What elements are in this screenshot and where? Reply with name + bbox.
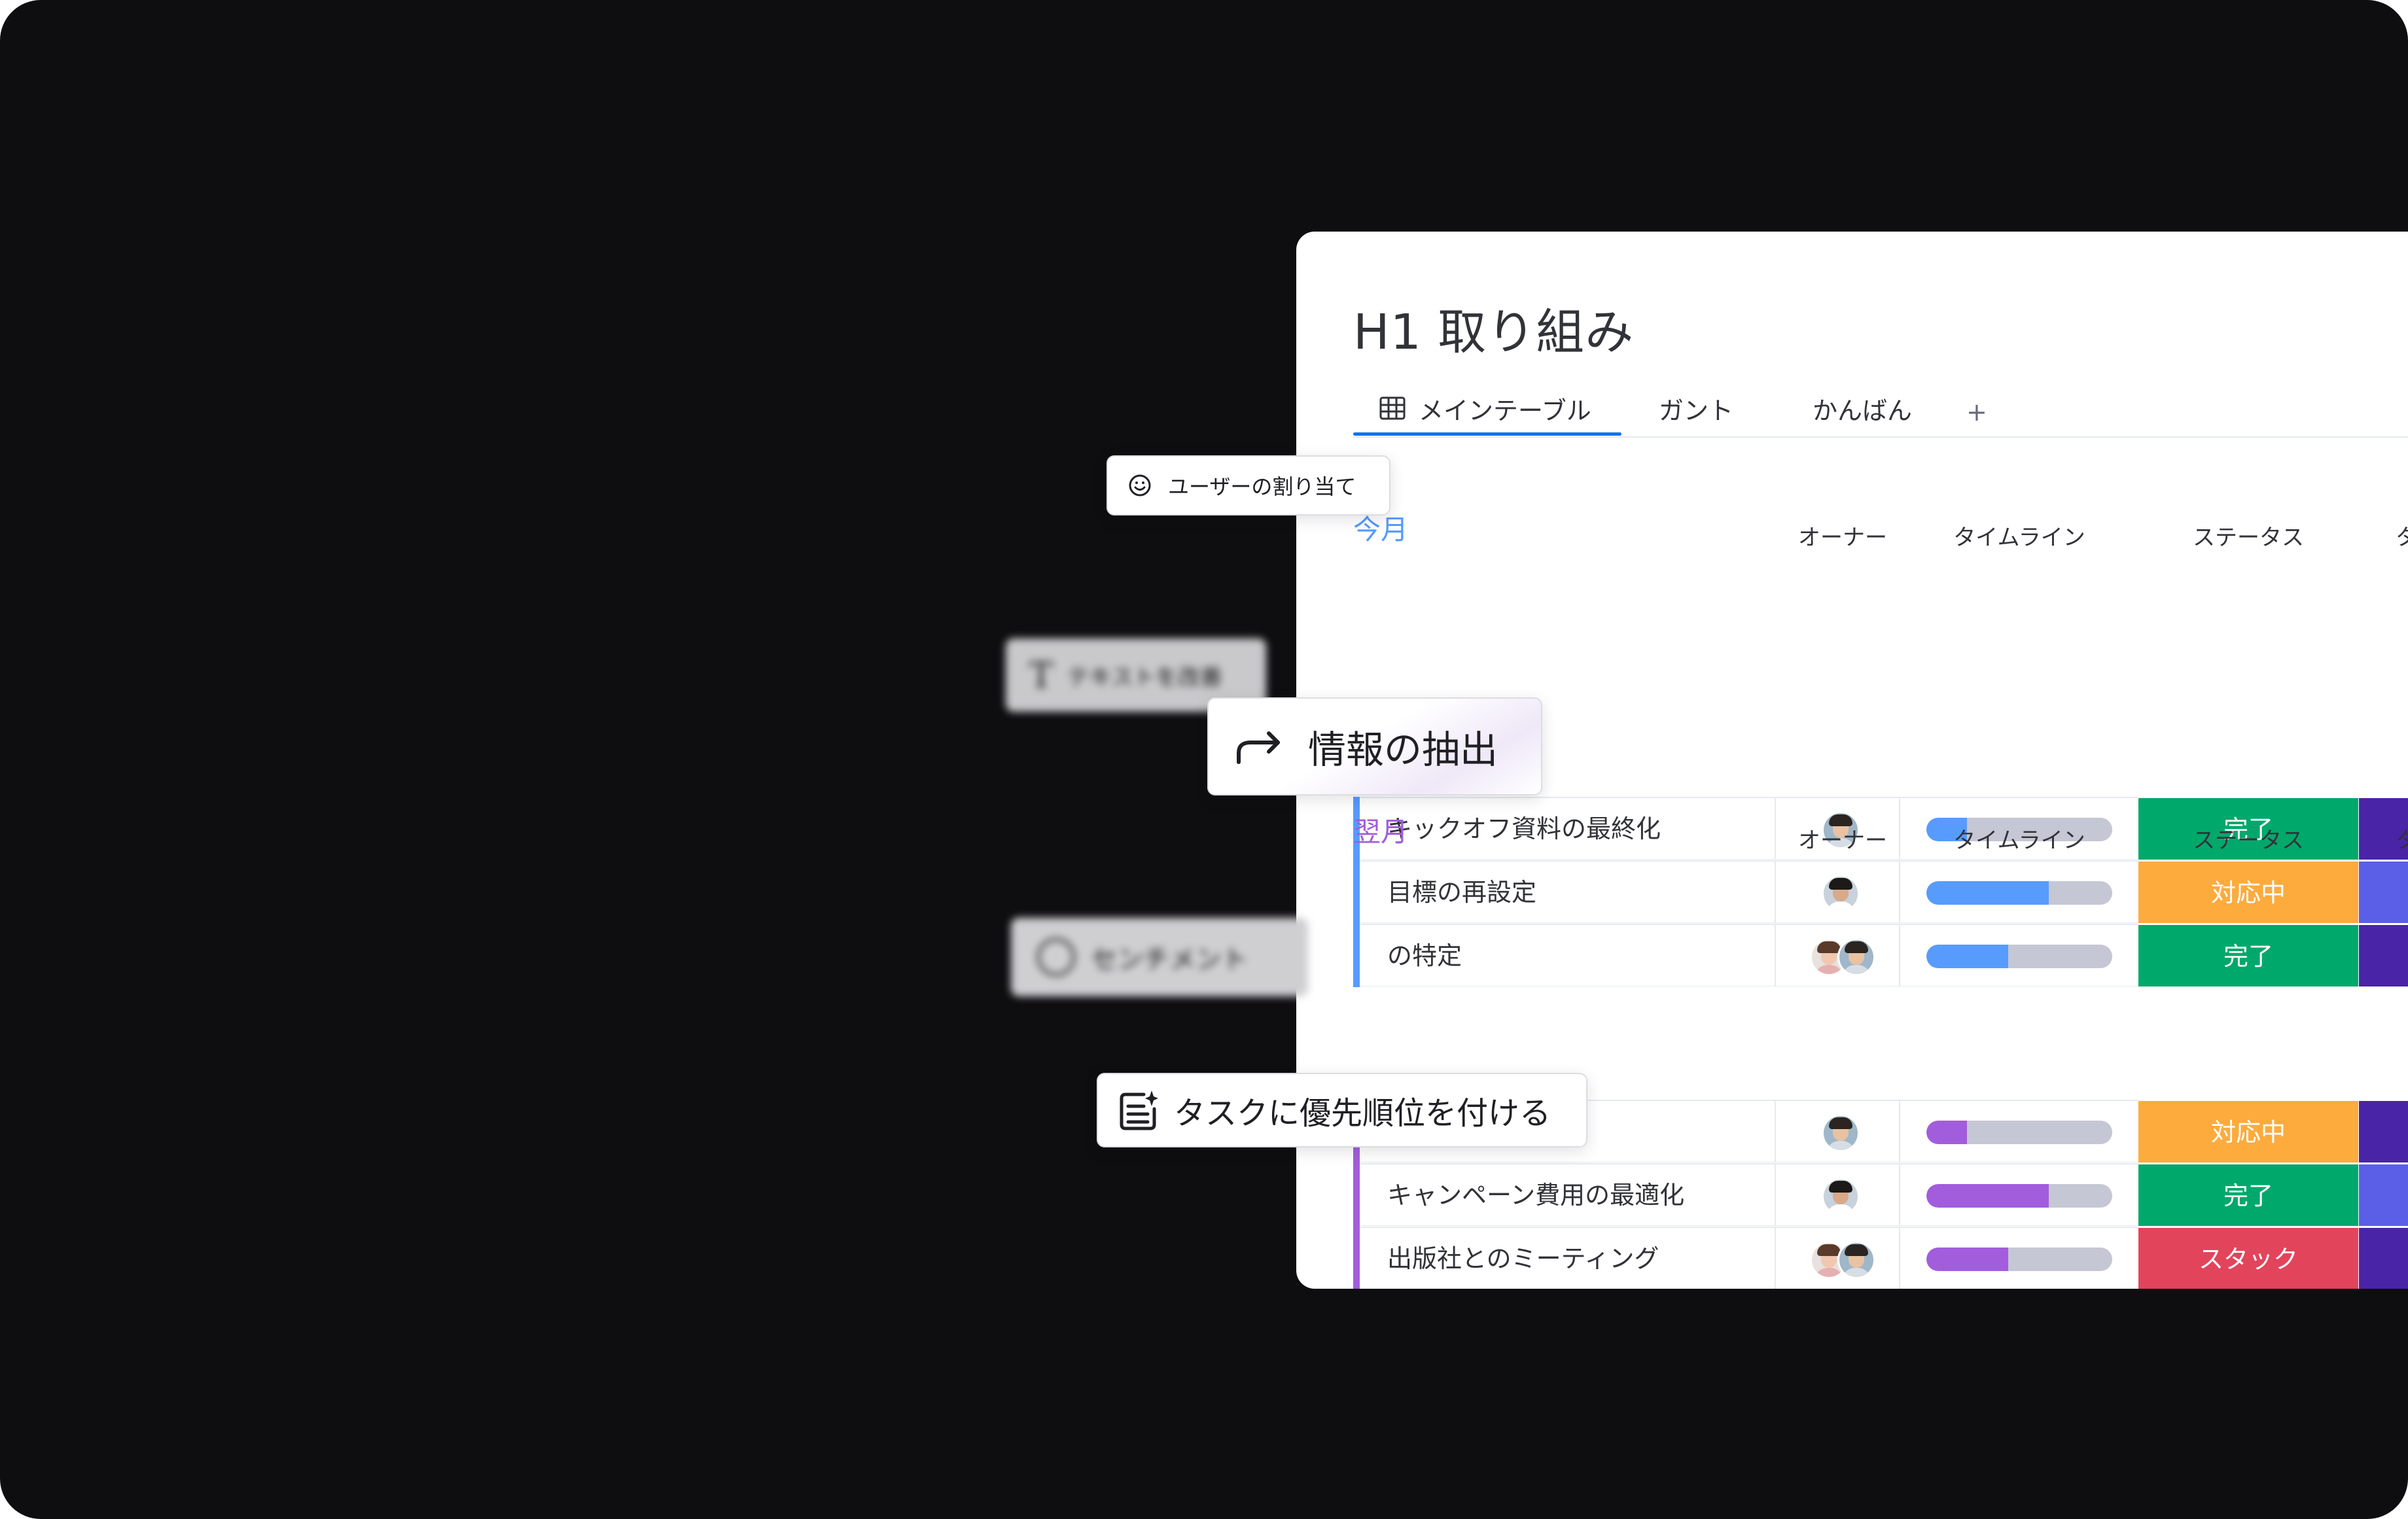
item-name[interactable]: 目標の再設定: [1360, 860, 1775, 923]
column-header-owner[interactable]: オーナー: [1780, 822, 1905, 854]
smiley-icon: [1127, 473, 1152, 498]
avatar[interactable]: [1822, 875, 1860, 913]
tab-label: メインテーブル: [1419, 396, 1591, 425]
assign-users-label: ユーザーの割り当て: [1168, 474, 1356, 499]
page-title: H1 取り組み: [1353, 304, 1635, 360]
owner-avatars: [1822, 875, 1860, 913]
avatar[interactable]: [1837, 938, 1875, 976]
timeline-progress-fill: [1926, 945, 2008, 968]
group-color-bar: [1353, 1227, 1360, 1289]
owner-cell[interactable]: [1775, 1227, 1900, 1289]
group-title-next-month[interactable]: 翌月: [1353, 810, 1408, 850]
group-color-bar: [1353, 924, 1360, 987]
improve-text-label: テキストを改善: [1067, 664, 1223, 691]
table-icon: [1379, 396, 1406, 420]
avatar[interactable]: [1837, 1241, 1875, 1279]
status-badge[interactable]: スタック: [2138, 1227, 2358, 1289]
tab-main-table[interactable]: メインテーブル: [1353, 387, 1621, 436]
table-row[interactable]: キャンペーン費用の最適化 完了: [1353, 1163, 2408, 1227]
timeline-progress-fill: [1926, 1248, 2008, 1271]
column-header-status[interactable]: ステータス: [2138, 822, 2358, 854]
tabs-divider: [1353, 436, 2408, 438]
item-name[interactable]: 出版社とのミーティング: [1360, 1227, 1775, 1289]
extract-info-chip[interactable]: 情報の抽出: [1207, 697, 1542, 795]
owner-cell[interactable]: [1775, 860, 1900, 923]
prioritize-tasks-chip[interactable]: タスクに優先順位を付ける: [1097, 1073, 1587, 1147]
text-t-icon: T: [1029, 654, 1054, 696]
status-badge[interactable]: 対応中: [2138, 860, 2358, 923]
timeline-cell[interactable]: [1900, 860, 2138, 923]
timeline-progress-fill: [1926, 881, 2049, 905]
column-header-timeline[interactable]: タイムライン: [1900, 822, 2138, 854]
redirect-arrow-icon: [1235, 727, 1284, 766]
group-color-bar: [1353, 860, 1360, 924]
sentiment-label: センチメント: [1091, 945, 1248, 975]
timeline-cell[interactable]: [1900, 1100, 2138, 1162]
timeline-progress-bar: [1926, 945, 2112, 968]
timeline-progress-bar: [1926, 1121, 2112, 1144]
sentiment-chip[interactable]: センチメント: [1011, 918, 1308, 996]
item-name[interactable]: の特定: [1360, 924, 1775, 986]
table-row[interactable]: の特定 完了: [1353, 924, 2408, 987]
next-column-cell[interactable]: [2359, 924, 2408, 986]
status-badge[interactable]: 対応中: [2138, 1100, 2358, 1162]
status-badge[interactable]: 完了: [2138, 924, 2358, 986]
owner-avatars: [1822, 1114, 1860, 1152]
timeline-progress-fill: [1926, 1184, 2049, 1208]
timeline-progress-bar: [1926, 1248, 2112, 1271]
column-header-next[interactable]: タ: [2396, 519, 2408, 551]
table-row[interactable]: 出版社とのミーティング スタック: [1353, 1227, 2408, 1289]
timeline-progress-fill: [1926, 1121, 1968, 1144]
owner-avatars: [1822, 1178, 1860, 1215]
column-header-timeline[interactable]: タイムライン: [1900, 519, 2138, 551]
next-column-cell[interactable]: [2359, 1227, 2408, 1289]
timeline-progress-bar: [1926, 881, 2112, 905]
active-tab-indicator: [1353, 432, 1621, 436]
sentiment-icon: [1037, 938, 1075, 976]
avatar[interactable]: [1822, 1114, 1860, 1152]
owner-cell[interactable]: [1775, 924, 1900, 986]
list-sparkle-icon: [1118, 1089, 1160, 1131]
status-badge[interactable]: 完了: [2138, 1163, 2358, 1226]
column-header-owner[interactable]: オーナー: [1780, 519, 1905, 551]
item-name[interactable]: キャンペーン費用の最適化: [1360, 1163, 1775, 1226]
item-name[interactable]: キックオフ資料の最終化: [1360, 797, 1775, 860]
timeline-cell[interactable]: [1900, 1163, 2138, 1226]
timeline-progress-bar: [1926, 1184, 2112, 1208]
next-column-cell[interactable]: [2359, 1100, 2408, 1162]
owner-cell[interactable]: [1775, 1100, 1900, 1162]
owner-cell[interactable]: [1775, 1163, 1900, 1226]
group-color-bar: [1353, 1163, 1360, 1227]
timeline-cell[interactable]: [1900, 1227, 2138, 1289]
tab-kanban[interactable]: かんばん: [1813, 387, 1912, 429]
tab-gantt[interactable]: ガント: [1659, 387, 1733, 429]
owner-avatars: [1810, 1241, 1875, 1279]
next-column-cell[interactable]: [2359, 860, 2408, 923]
extract-info-label: 情報の抽出: [1308, 727, 1498, 772]
column-header-status[interactable]: ステータス: [2138, 519, 2358, 551]
table-row[interactable]: 目標の再設定 対応中: [1353, 860, 2408, 924]
owner-avatars: [1810, 938, 1875, 976]
add-view-button[interactable]: +: [1966, 391, 1987, 433]
prioritize-tasks-label: タスクに優先順位を付ける: [1174, 1095, 1551, 1132]
next-column-cell[interactable]: [2359, 1163, 2408, 1226]
dark-background: H1 取り組み メインテーブル ガント かんばん + 今月 オーナー タイムライ…: [0, 0, 2408, 1519]
assign-users-chip[interactable]: ユーザーの割り当て: [1107, 455, 1390, 515]
timeline-cell[interactable]: [1900, 924, 2138, 986]
avatar[interactable]: [1822, 1178, 1860, 1215]
column-header-next[interactable]: タ: [2396, 822, 2408, 854]
